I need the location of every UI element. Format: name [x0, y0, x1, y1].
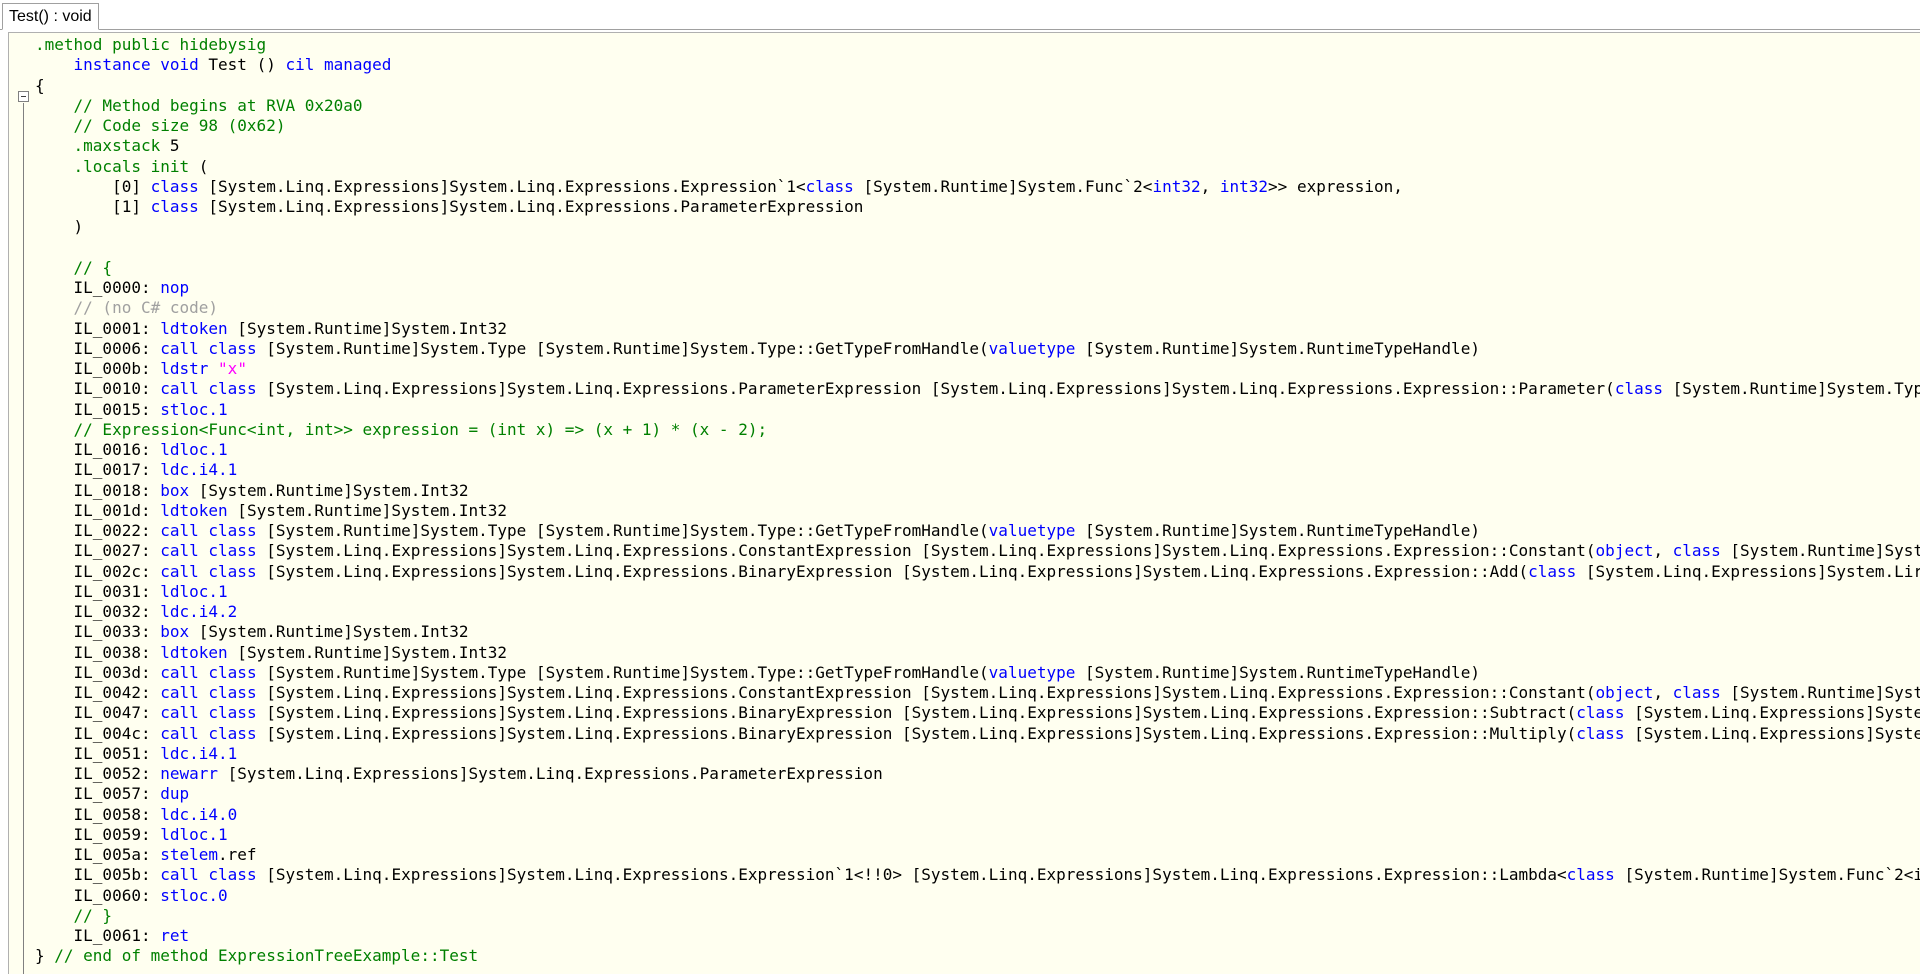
collapse-icon[interactable] — [18, 91, 29, 102]
code-line: IL_0016: ldloc.1 — [35, 440, 228, 459]
code-line: .maxstack 5 — [35, 136, 180, 156]
code-line: IL_001d: ldtoken [System.Runtime]System.… — [35, 500, 508, 520]
code-line: IL_0059: ldloc.1 — [35, 824, 228, 844]
code-line: IL_0010: call class [System.Linq.Express… — [35, 379, 1920, 399]
code-line: IL_0001: ldtoken [System.Runtime]System.… — [35, 318, 508, 338]
code-line: // { — [35, 257, 113, 277]
code-line: IL_0032: ldc.i4.2 — [35, 602, 238, 621]
code-line: IL_0033: box [System.Runtime]System.Int3… — [35, 622, 469, 642]
code-line: IL_0060: stloc.0 — [35, 885, 228, 905]
code-line: IL_004c: call class [System.Linq.Express… — [35, 723, 1920, 743]
code-line: .locals init ( — [35, 156, 209, 176]
code-line: IL_005a: stelem.ref — [35, 845, 257, 864]
code-line: IL_0058: ldc.i4.0 — [35, 804, 238, 824]
code-line: IL_0052: newarr [System.Linq.Expressions… — [35, 764, 883, 783]
code-line: IL_0047: call class [System.Linq.Express… — [35, 703, 1920, 723]
code-line: .method public hidebysig — [35, 35, 267, 54]
code-line: // } — [35, 905, 113, 925]
code-line: IL_0042: call class [System.Linq.Express… — [35, 683, 1920, 702]
il-code-editor[interactable]: .method public hidebysig instance void T… — [8, 32, 1920, 974]
code-line: { — [35, 75, 45, 95]
code-line: IL_0015: stloc.1 — [35, 399, 228, 419]
code-line: // Code size 98 (0x62) — [35, 116, 286, 135]
code-line: IL_0038: ldtoken [System.Runtime]System.… — [35, 642, 508, 662]
code-line: IL_0006: call class [System.Runtime]Syst… — [35, 338, 1480, 358]
code-line: IL_0051: ldc.i4.1 — [35, 743, 238, 763]
code-line: ) — [35, 217, 84, 237]
code-line: IL_003d: call class [System.Runtime]Syst… — [35, 662, 1480, 682]
code-listing: .method public hidebysig instance void T… — [35, 35, 1920, 967]
code-line: // (no C# code) — [35, 298, 219, 318]
code-line: IL_0018: box [System.Runtime]System.Int3… — [35, 480, 469, 500]
code-line: IL_0017: ldc.i4.1 — [35, 460, 238, 480]
code-line: IL_000b: ldstr "x" — [35, 359, 247, 378]
code-line: // Method begins at RVA 0x20a0 — [35, 95, 363, 115]
code-line: IL_0027: call class [System.Linq.Express… — [35, 541, 1920, 561]
code-line: IL_0031: ldloc.1 — [35, 581, 228, 601]
code-line: IL_0022: call class [System.Runtime]Syst… — [35, 521, 1480, 540]
code-line: IL_0000: nop — [35, 278, 190, 297]
code-line: [0] class [System.Linq.Expressions]Syste… — [35, 176, 1403, 196]
code-line: IL_0061: ret — [35, 926, 190, 945]
tab-bar: Test() : void — [0, 0, 1920, 30]
code-line: } // end of method ExpressionTreeExample… — [35, 946, 479, 966]
code-line: [1] class [System.Linq.Expressions]Syste… — [35, 197, 864, 216]
code-line: IL_0057: dup — [35, 784, 190, 804]
fold-guide-line — [23, 103, 24, 974]
tab-test-method[interactable]: Test() : void — [2, 3, 99, 30]
code-line: // Expression<Func<int, int>> expression… — [35, 419, 768, 439]
code-line: instance void Test () cil managed — [73, 55, 392, 75]
code-line: IL_005b: call class [System.Linq.Express… — [35, 865, 1920, 885]
code-line: IL_002c: call class [System.Linq.Express… — [35, 561, 1920, 581]
